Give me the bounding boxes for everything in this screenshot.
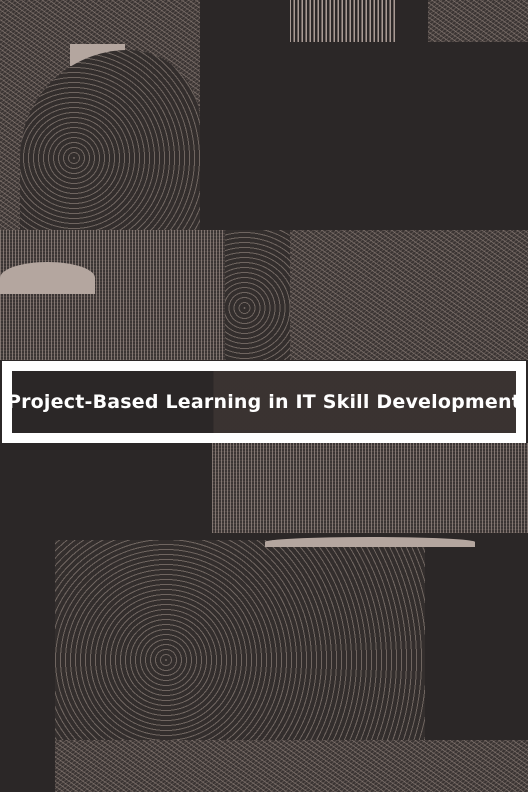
book-title: Project-Based Learning in IT Skill Devel… xyxy=(6,391,522,413)
title-banner: Project-Based Learning in IT Skill Devel… xyxy=(7,371,521,433)
texture-block xyxy=(212,443,528,533)
texture-block xyxy=(0,443,212,528)
texture-block xyxy=(265,537,475,547)
texture-block xyxy=(55,540,425,740)
texture-block xyxy=(428,0,528,42)
texture-block xyxy=(290,230,528,360)
texture-block xyxy=(290,0,395,42)
title-frame: Project-Based Learning in IT Skill Devel… xyxy=(2,361,526,443)
texture-block xyxy=(0,560,55,792)
texture-block xyxy=(0,740,528,792)
texture-block xyxy=(0,262,95,294)
texture-block xyxy=(225,230,290,360)
texture-block xyxy=(200,42,528,230)
texture-block xyxy=(0,230,225,360)
